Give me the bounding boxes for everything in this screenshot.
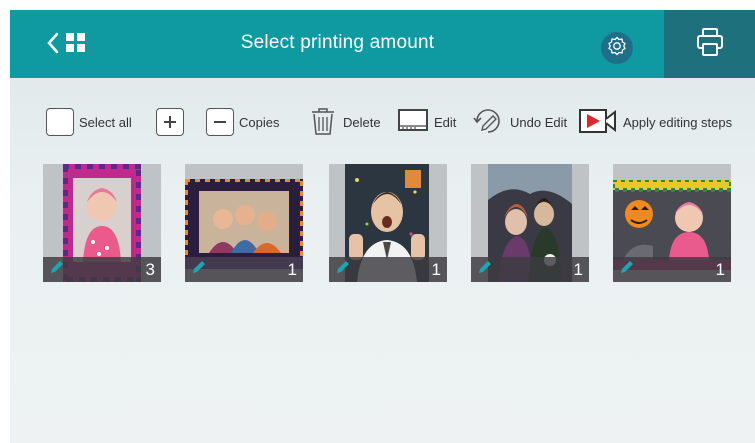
edit-button[interactable]: Edit (397, 102, 456, 142)
page-title: Select printing amount (240, 32, 435, 53)
copy-count: 1 (287, 259, 297, 279)
film-frame-icon (397, 107, 429, 138)
copy-count: 3 (145, 259, 155, 279)
checkbox-icon (46, 108, 74, 136)
photo-info-bar: 1 (471, 257, 589, 282)
settings-button[interactable] (601, 32, 633, 64)
undo-edit-icon (471, 104, 505, 141)
print-button[interactable] (664, 10, 755, 78)
photo-thumbnail[interactable]: 1 (185, 164, 303, 282)
select-all-label: Select all (79, 114, 132, 130)
copy-count: 1 (431, 259, 441, 279)
pencil-icon[interactable] (49, 259, 65, 280)
increase-copies-button[interactable] (156, 102, 184, 142)
undo-edit-label: Undo Edit (510, 114, 568, 130)
photo-thumbnail[interactable]: 3 (43, 164, 161, 282)
toolbar: Select all Copies Delete Edit Undo Edit … (10, 102, 755, 142)
gear-icon (607, 36, 627, 61)
printer-icon (694, 26, 726, 63)
pencil-icon[interactable] (335, 259, 351, 280)
pencil-icon[interactable] (477, 259, 493, 280)
decrease-copies-button[interactable]: Copies (206, 102, 279, 142)
undo-edit-button[interactable]: Undo Edit (471, 102, 567, 142)
trash-icon (308, 106, 338, 139)
copy-count: 1 (573, 259, 583, 279)
photo-thumbnail[interactable]: 1 (471, 164, 589, 282)
apply-editing-steps-label: Apply editing steps (623, 114, 733, 130)
header-bar: Select printing amount (10, 10, 755, 78)
photo-thumbnail[interactable]: 1 (613, 164, 731, 282)
pencil-icon[interactable] (191, 259, 207, 280)
copy-count: 1 (715, 259, 725, 279)
video-play-icon (578, 107, 618, 138)
pencil-icon[interactable] (619, 259, 635, 280)
select-all-button[interactable]: Select all (46, 102, 132, 142)
photo-info-bar: 1 (613, 257, 731, 282)
photo-image (185, 179, 303, 269)
delete-button[interactable]: Delete (308, 102, 381, 142)
copies-label: Copies (239, 114, 280, 130)
photo-info-bar: 3 (43, 257, 161, 282)
photo-thumbnail[interactable]: 1 (329, 164, 447, 282)
apply-editing-steps-button[interactable]: Apply editing steps (578, 102, 732, 142)
delete-label: Delete (343, 114, 381, 130)
photo-info-bar: 1 (185, 257, 303, 282)
plus-icon (156, 108, 184, 136)
edit-label: Edit (434, 114, 457, 130)
minus-icon (206, 108, 234, 136)
photo-info-bar: 1 (329, 257, 447, 282)
app-window: Select printing amount Select all Copies… (10, 10, 755, 443)
